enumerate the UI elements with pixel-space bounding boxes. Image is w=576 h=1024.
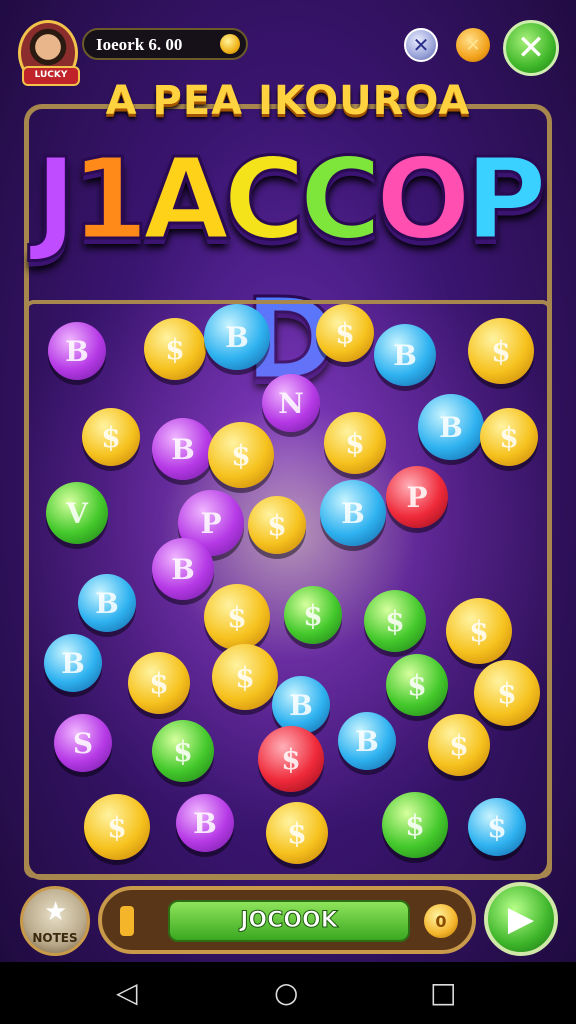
coin-red[interactable]: $ <box>258 726 324 792</box>
coin-green[interactable]: $ <box>382 792 448 858</box>
coin-icon <box>220 34 240 54</box>
star-icon: ★ <box>44 897 68 927</box>
coin-purple[interactable]: B <box>152 418 214 480</box>
coin-gold[interactable]: $ <box>144 318 206 380</box>
coin-purple[interactable]: B <box>48 322 106 380</box>
coin-green[interactable]: V <box>46 482 108 544</box>
coin-gold[interactable]: $ <box>480 408 538 466</box>
game-subtitle: A PEA IKOUROA <box>105 78 471 124</box>
coin-blue[interactable]: B <box>418 394 484 460</box>
coin-green[interactable]: $ <box>152 720 214 782</box>
coin-gold[interactable]: $ <box>248 496 306 554</box>
close-button[interactable]: ✕ <box>503 20 559 76</box>
coin-blue[interactable]: B <box>44 634 102 692</box>
play-button[interactable]: ▶ <box>484 882 558 956</box>
coin-blue[interactable]: B <box>338 712 396 770</box>
coin-gold[interactable]: $ <box>82 408 140 466</box>
coin-purple[interactable]: B <box>152 538 214 600</box>
top-hud: LUCKY Ioeork 6. 00 ✕ ✕ ✕ <box>0 0 576 90</box>
back-icon[interactable]: ◁ <box>116 978 138 1008</box>
android-nav-bar: ◁ ○ □ <box>0 962 576 1024</box>
coin-blue[interactable]: B <box>374 324 436 386</box>
coin-purple[interactable]: S <box>54 714 112 772</box>
coin-gold[interactable]: $ <box>324 412 386 474</box>
coin-green[interactable]: $ <box>364 590 426 652</box>
game-title: J1ACCOPD <box>20 130 556 407</box>
coin-red[interactable]: P <box>386 466 448 528</box>
title-letter: J <box>33 134 78 267</box>
coin-gold[interactable]: $ <box>208 422 274 488</box>
coin-purple[interactable]: N <box>262 374 320 432</box>
bar-icon <box>120 906 134 936</box>
coin-blue[interactable]: B <box>204 304 270 370</box>
coin-green[interactable]: $ <box>386 654 448 716</box>
title-letter: A <box>141 134 231 267</box>
notes-label: NOTES <box>32 931 78 945</box>
home-icon[interactable]: ○ <box>274 978 298 1008</box>
coin-purple[interactable]: B <box>176 794 234 852</box>
recent-apps-icon[interactable]: □ <box>430 978 456 1008</box>
coin-gold[interactable]: $ <box>212 644 278 710</box>
title-letter: C <box>222 134 307 267</box>
score-text: Ioeork 6. 00 <box>96 35 183 54</box>
action-bar: JOCOOK 0 <box>98 886 476 954</box>
coin-blue[interactable]: B <box>78 574 136 632</box>
coin-gold[interactable]: $ <box>204 584 270 650</box>
dismiss-small-button[interactable]: ✕ <box>404 28 438 62</box>
coin-blue[interactable]: $ <box>468 798 526 856</box>
coin-gold[interactable]: $ <box>428 714 490 776</box>
score-display: Ioeork 6. 00 <box>82 28 248 60</box>
title-letter: P <box>463 134 548 267</box>
dismiss-gold-button[interactable]: ✕ <box>456 28 490 62</box>
coin-gold[interactable]: $ <box>474 660 540 726</box>
coin-board[interactable]: B $ B $ B $ $ B $ N $ B $ V P $ P B B B $ $ $ $ B $ $ B $ $ S $ $ B $ $ B $ $ $ <box>24 300 552 878</box>
coin-blue[interactable]: B <box>272 676 330 734</box>
coin-gold[interactable]: $ <box>468 318 534 384</box>
title-letter: C <box>298 134 383 267</box>
coin-icon[interactable]: 0 <box>424 904 458 938</box>
action-button[interactable]: JOCOOK <box>168 900 410 942</box>
coin-blue[interactable]: B <box>320 480 386 546</box>
title-letter: O <box>374 134 472 267</box>
title-letter: 1 <box>69 134 150 267</box>
coin-green[interactable]: $ <box>284 586 342 644</box>
coin-gold[interactable]: $ <box>84 794 150 860</box>
coin-gold[interactable]: $ <box>316 304 374 362</box>
coin-gold[interactable]: $ <box>128 652 190 714</box>
coin-gold[interactable]: $ <box>446 598 512 664</box>
coin-gold[interactable]: $ <box>266 802 328 864</box>
notes-button[interactable]: ★ NOTES <box>20 886 90 956</box>
